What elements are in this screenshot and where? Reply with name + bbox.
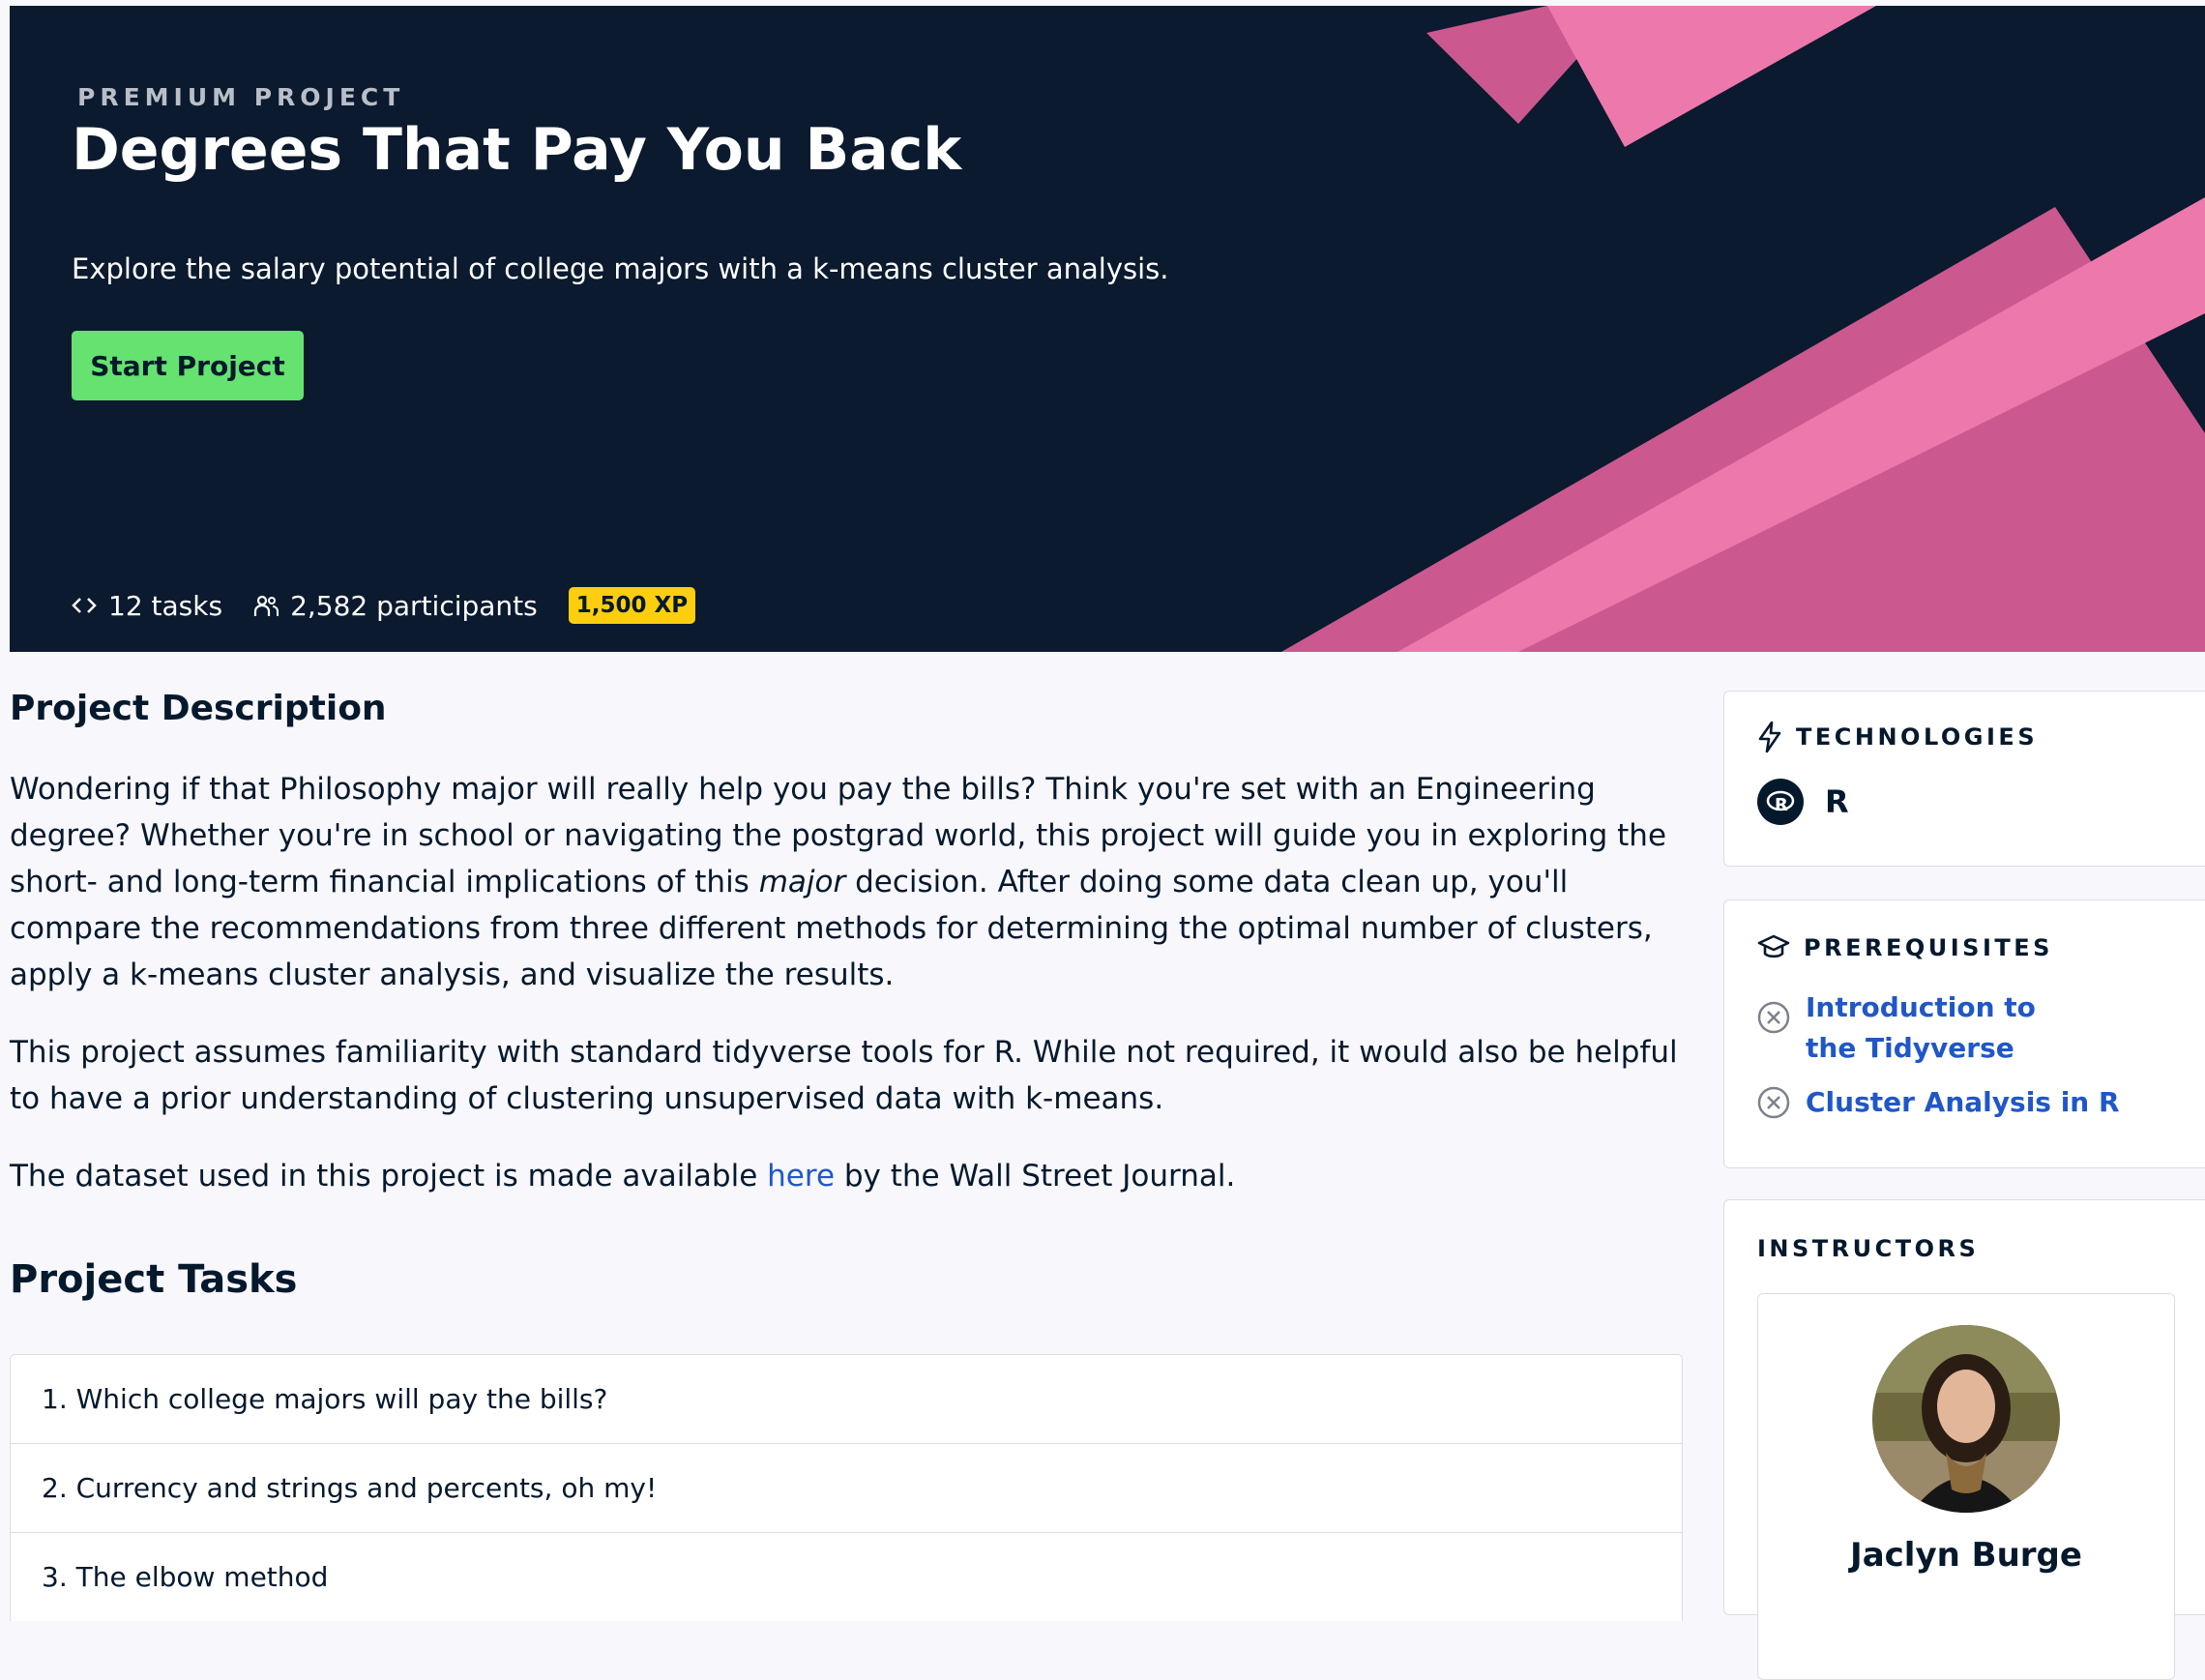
circle-x-icon — [1757, 1001, 1790, 1034]
prerequisites-card: PREREQUISITES Introduction to the Tidyve… — [1723, 899, 2205, 1168]
project-title: Degrees That Pay You Back — [72, 116, 962, 184]
tasks-stat: 12 tasks — [72, 590, 222, 622]
project-stats: 12 tasks 2,582 participants 1,500 XP — [72, 584, 696, 627]
premium-project-label: PREMIUM PROJECT — [77, 83, 405, 111]
project-tasks-heading: Project Tasks — [10, 1257, 298, 1302]
users-icon — [253, 595, 279, 616]
instructor-avatar — [1872, 1325, 2060, 1513]
technology-name: R — [1825, 783, 1849, 820]
project-description: Wondering if that Philosophy major will … — [10, 766, 1685, 1230]
technology-item[interactable]: R R — [1757, 779, 2205, 825]
prerequisites-heading: PREREQUISITES — [1804, 934, 2053, 961]
instructor-name: Jaclyn Burge — [1850, 1536, 2082, 1575]
technologies-header: TECHNOLOGIES — [1757, 721, 2205, 753]
prerequisite-link[interactable]: Cluster Analysis in R — [1806, 1082, 2120, 1123]
graduation-cap-icon — [1757, 934, 1790, 958]
technologies-card: TECHNOLOGIES R R — [1723, 691, 2205, 867]
bolt-icon — [1758, 721, 1781, 753]
tasks-count: 12 tasks — [108, 589, 223, 622]
prerequisite-item: Introduction to the Tidyverse — [1757, 987, 2205, 1069]
task-item[interactable]: 2. Currency and strings and percents, oh… — [10, 1443, 1683, 1532]
description-text: by the Wall Street Journal. — [835, 1159, 1236, 1194]
instructors-heading: INSTRUCTORS — [1757, 1235, 1980, 1262]
start-project-button[interactable]: Start Project — [72, 331, 304, 400]
circle-x-icon — [1757, 1086, 1790, 1119]
project-subtitle: Explore the salary potential of college … — [72, 252, 1169, 285]
task-item[interactable]: 1. Which college majors will pay the bil… — [10, 1354, 1683, 1443]
code-icon — [72, 598, 97, 613]
dataset-link[interactable]: here — [767, 1159, 835, 1194]
svg-text:R: R — [1775, 795, 1788, 814]
description-paragraph-2: This project assumes familiarity with st… — [10, 1035, 1678, 1116]
prerequisites-header: PREREQUISITES — [1757, 933, 2205, 962]
description-text: The dataset used in this project is made… — [10, 1159, 768, 1194]
description-emphasis: major — [758, 865, 846, 899]
description-paragraph-3: The dataset used in this project is made… — [10, 1153, 1685, 1199]
participants-count: 2,582 participants — [290, 589, 538, 622]
task-list: 1. Which college majors will pay the bil… — [10, 1354, 1683, 1621]
project-hero: PREMIUM PROJECT Degrees That Pay You Bac… — [10, 6, 2205, 652]
xp-badge: 1,500 XP — [568, 587, 696, 624]
prerequisite-link[interactable]: Introduction to the Tidyverse — [1806, 987, 2076, 1069]
participants-stat: 2,582 participants — [253, 590, 538, 622]
task-item[interactable]: 3. The elbow method — [10, 1532, 1683, 1621]
instructors-card: INSTRUCTORS Jaclyn Burge — [1723, 1199, 2205, 1680]
instructor-card[interactable]: Jaclyn Burge — [1757, 1293, 2175, 1680]
prerequisite-item: Cluster Analysis in R — [1757, 1082, 2205, 1123]
description-paragraph-1: Wondering if that Philosophy major will … — [10, 766, 1685, 998]
r-logo-icon: R — [1757, 779, 1804, 825]
technologies-heading: TECHNOLOGIES — [1796, 723, 2039, 751]
project-description-heading: Project Description — [10, 689, 387, 728]
